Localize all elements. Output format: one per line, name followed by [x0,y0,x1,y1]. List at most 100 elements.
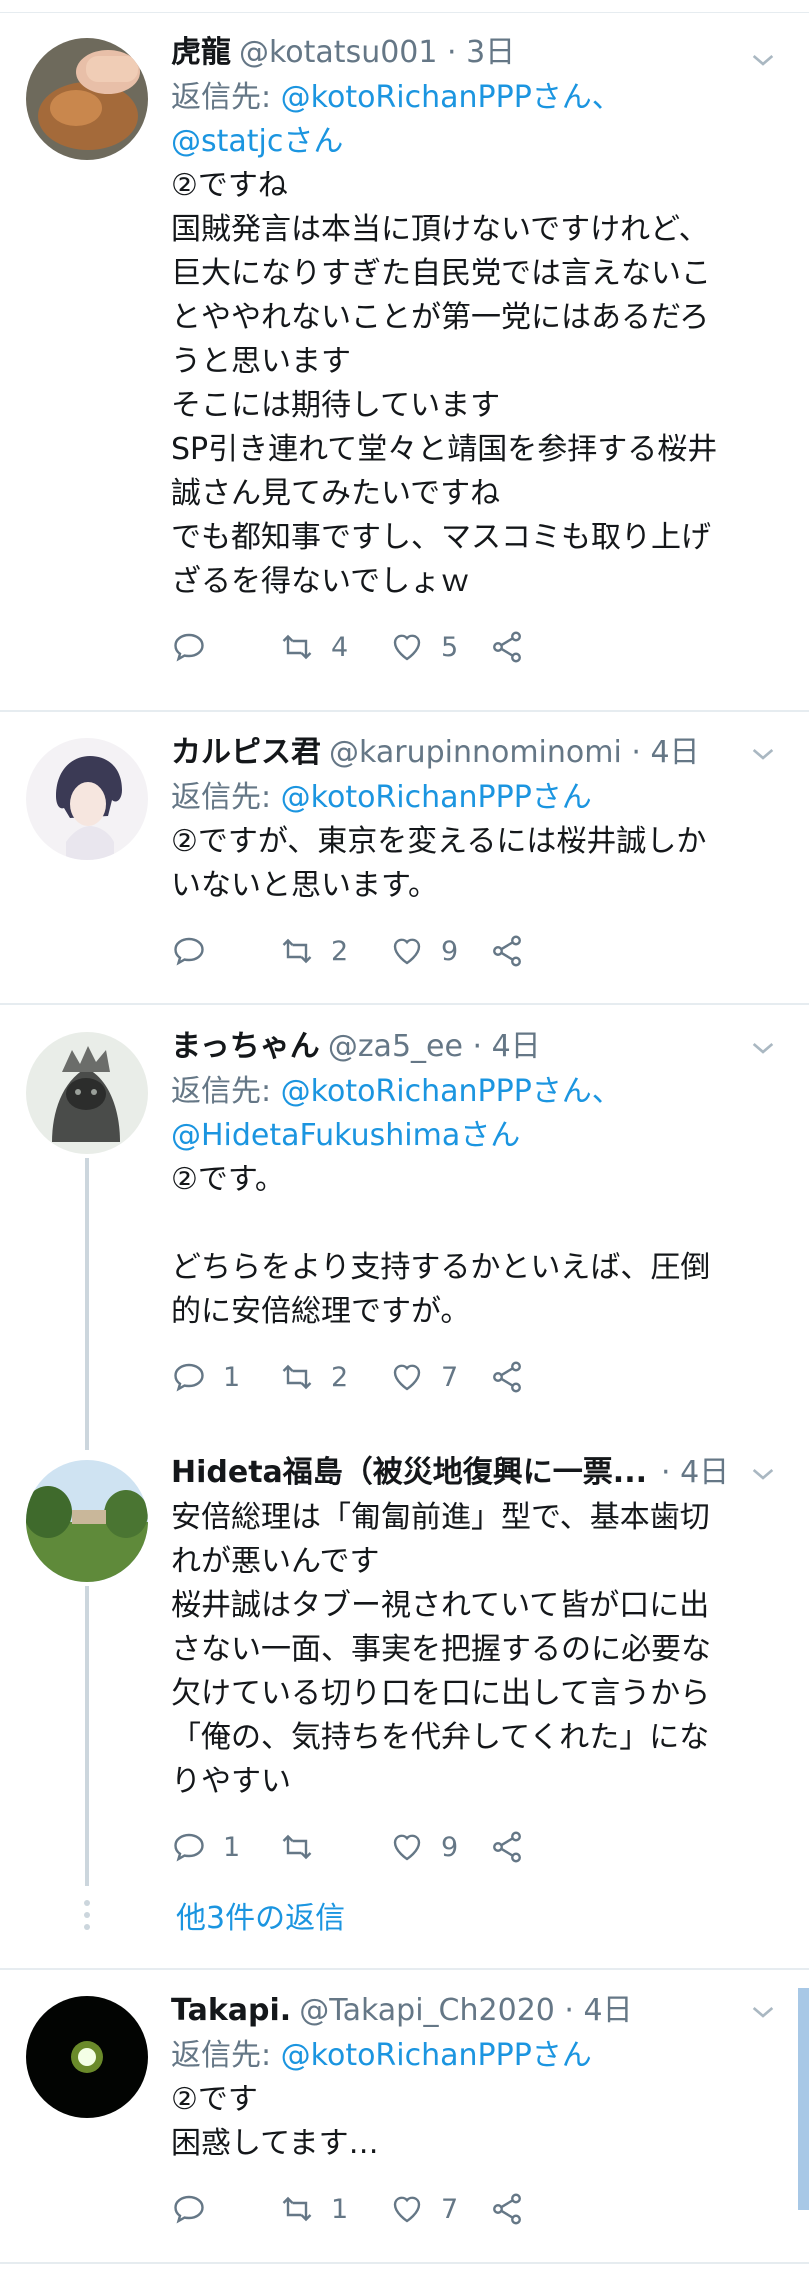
like-count: 9 [441,1831,459,1863]
reply-mention[interactable]: @kotoRichanPPPさん、 [281,1074,622,1109]
divider [0,1003,809,1005]
retweet-button[interactable]: 2 [279,1354,348,1400]
retweet-button[interactable]: 1 [279,2186,348,2232]
action-bar: 1 9 [171,1824,771,1870]
tweet-text: ②ですね 国賊発言は本当に頂けないですけれど、 巨大になりすぎた自民党では言えな… [171,168,718,599]
scrollbar[interactable] [798,1988,809,2210]
retweet-button[interactable]: 4 [279,624,348,670]
timestamp[interactable]: 4日 [583,1993,632,2028]
reply-button[interactable] [171,624,223,670]
user-handle[interactable]: @za5_ee [328,1029,463,1064]
share-button[interactable] [489,928,525,974]
action-bar: 1 7 [171,2186,771,2232]
chevron-down-icon[interactable] [747,44,779,76]
display-name[interactable]: カルピス君 [171,735,321,770]
like-icon [393,938,421,965]
timestamp[interactable]: 4日 [680,1455,729,1490]
reply-icon [174,1833,204,1862]
reply-button[interactable] [171,2186,223,2232]
reply-to: 返信先: @kotoRichanPPPさん [171,776,771,820]
like-count: 7 [441,2193,459,2225]
avatar[interactable] [26,738,148,860]
reply-mention[interactable]: @kotoRichanPPPさん [281,2038,592,2073]
retweet-icon [282,938,312,964]
user-handle[interactable]: @Takapi_Ch2020 [299,1993,555,2028]
avatar[interactable] [26,38,148,160]
chevron-down-icon[interactable] [747,1032,779,1064]
reply-button[interactable] [171,928,223,974]
retweet-count: 4 [331,631,349,663]
display-name[interactable]: 虎龍 [171,35,231,70]
retweet-icon [282,1834,312,1860]
like-button[interactable]: 9 [389,1824,458,1870]
avatar[interactable] [26,1996,148,2118]
reply-to: 返信先: @kotoRichanPPPさん [171,2034,771,2078]
separator: · [462,1029,492,1064]
share-button[interactable] [489,624,525,670]
chevron-down-icon[interactable] [747,1996,779,2028]
share-icon [493,935,521,967]
share-button[interactable] [489,2186,525,2232]
separator: · [661,1455,681,1490]
like-icon [393,2196,421,2223]
timestamp[interactable]: 4日 [492,1029,541,1064]
reply-count: 1 [223,1831,241,1863]
like-count: 5 [441,631,459,663]
timestamp[interactable]: 4日 [650,735,699,770]
divider [0,2262,809,2264]
reply-count: 1 [223,1361,241,1393]
reply-mention[interactable]: @kotoRichanPPPさん [281,780,592,815]
reply-icon [174,633,204,662]
reply-to: 返信先: @kotoRichanPPPさん、 @statjcさん [171,76,771,164]
user-handle[interactable]: @kotatsu001 [239,35,437,70]
tweet-text: ②です 困惑してます… [171,2082,379,2161]
retweet-button[interactable] [279,1824,331,1870]
reply-icon [174,937,204,966]
like-button[interactable]: 5 [389,624,458,670]
reply-mention[interactable]: @kotoRichanPPPさん、 [281,80,622,115]
display-name[interactable]: Hideta福島（被災地復興に一票... [171,1455,647,1490]
like-button[interactable]: 7 [389,1354,458,1400]
more-replies-link[interactable]: 他3件の返信 [176,1896,345,1942]
separator: · [554,1993,584,2028]
chevron-down-icon[interactable] [747,738,779,770]
reply-button[interactable]: 1 [171,1354,240,1400]
share-button[interactable] [489,1824,525,1870]
divider [0,1968,809,1970]
retweet-count: 1 [331,2193,349,2225]
timestamp[interactable]: 3日 [466,35,515,70]
thread-line [85,1158,89,1450]
like-icon [393,634,421,661]
reply-prefix: 返信先: [171,1074,281,1109]
retweet-count: 2 [331,935,349,967]
like-count: 7 [441,1361,459,1393]
reply-prefix: 返信先: [171,80,281,115]
like-button[interactable]: 9 [389,928,458,974]
chevron-down-icon[interactable] [747,1458,779,1490]
separator: · [621,735,651,770]
like-count: 9 [441,935,459,967]
action-bar: 1 2 7 [171,1354,771,1400]
tweet-text: 安倍総理は「匍匐前進」型で、基本歯切 れが悪いんです 桜井誠はタブー視されていて… [171,1500,711,1799]
action-bar: 2 9 [171,928,771,974]
top-divider [0,12,809,13]
avatar[interactable] [26,1460,148,1582]
tweet-text: ②ですが、東京を変えるには桜井誠しか いないと思います。 [171,824,707,903]
reply-icon [174,2195,204,2224]
reply-to: 返信先: @kotoRichanPPPさん、 @HidetaFukushimaさ… [171,1070,771,1158]
display-name[interactable]: Takapi. [171,1993,291,2028]
like-icon [393,1834,421,1861]
like-button[interactable]: 7 [389,2186,458,2232]
retweet-count: 2 [331,1361,349,1393]
user-handle[interactable]: @karupinnominomi [329,735,622,770]
reply-mention[interactable]: @statjcさん [171,124,343,159]
display-name[interactable]: まっちゃん [171,1029,320,1064]
retweet-icon [282,634,312,660]
separator: · [437,35,467,70]
reply-button[interactable]: 1 [171,1824,240,1870]
share-icon [493,1831,521,1863]
avatar[interactable] [26,1032,148,1154]
retweet-button[interactable]: 2 [279,928,348,974]
reply-mention[interactable]: @HidetaFukushimaさん [171,1118,520,1153]
share-button[interactable] [489,1354,525,1400]
